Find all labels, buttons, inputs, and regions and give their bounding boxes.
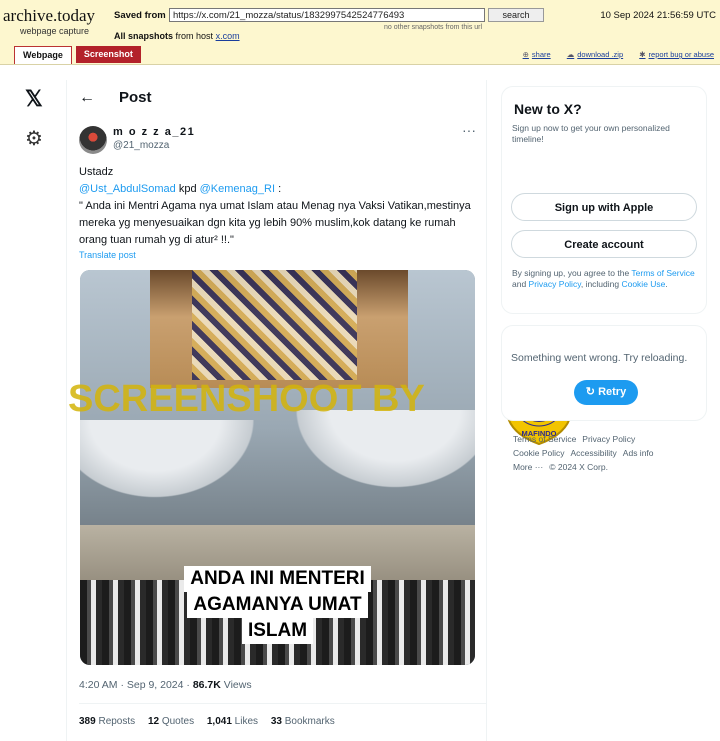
view-count: 86.7K xyxy=(192,679,221,691)
error-message: Something went wrong. Try reloading. xyxy=(511,352,688,364)
archive-header: archive.today webpage capture Saved from… xyxy=(0,0,720,65)
tab-webpage[interactable]: Webpage xyxy=(14,46,72,64)
divider xyxy=(66,80,67,741)
translate-link[interactable]: Translate post xyxy=(79,250,136,260)
archive-links: ⊕ share ☁ download .zip ✱ report bug or abu… xyxy=(509,50,714,59)
url-field[interactable]: https://x.com/21_mozza/status/1832997542… xyxy=(169,8,485,22)
footer-link[interactable]: Cookie Policy xyxy=(513,448,565,458)
tweet-line-1: Ustadz xyxy=(79,166,114,178)
bookmarks-stat[interactable]: 33 Bookmarks xyxy=(271,716,335,727)
mention-link[interactable]: @Kemenag_RI xyxy=(200,183,275,195)
all-snapshots: All snapshots from host x.com xyxy=(114,31,240,41)
footer-link[interactable]: Ads info xyxy=(623,448,654,458)
x-logo-icon[interactable]: 𝕏 xyxy=(25,86,43,112)
tab-screenshot[interactable]: Screenshot xyxy=(75,46,141,63)
post-stats: 389 Reposts 12 Quotes 1,041 Likes 33 Boo… xyxy=(79,716,345,727)
saved-from-label: Saved from xyxy=(114,10,166,21)
umbrella-shape xyxy=(80,420,270,510)
refresh-icon: ↻ xyxy=(585,386,596,398)
divider xyxy=(486,80,487,741)
page-title: Post xyxy=(119,89,152,106)
archive-tabs: Webpage Screenshot xyxy=(14,46,145,64)
retry-button[interactable]: ↻ Retry xyxy=(574,380,638,405)
footer-links: Terms of Service Privacy Policy Cookie Po… xyxy=(513,432,713,474)
create-account-button[interactable]: Create account xyxy=(511,230,697,258)
post-timestamp: 4:20 AM · Sep 9, 2024 · 86.7K Views xyxy=(79,679,252,691)
copyright: © 2024 X Corp. xyxy=(549,462,608,472)
quotes-stat[interactable]: 12 Quotes xyxy=(148,716,194,727)
tweet-quote: " Anda ini Mentri Agama nya umat Islam a… xyxy=(79,200,471,246)
mention-link[interactable]: @Ust_AbdulSomad xyxy=(79,183,176,195)
bug-icon: ✱ xyxy=(639,50,646,59)
footer-link[interactable]: More ··· xyxy=(513,462,543,472)
terms-link[interactable]: Terms of Service xyxy=(631,268,694,278)
no-snapshots-note: no other snapshots from this url xyxy=(384,24,483,31)
archive-subtitle: webpage capture xyxy=(20,26,90,36)
privacy-link[interactable]: Privacy Policy xyxy=(529,279,581,289)
capture-date: 10 Sep 2024 21:56:59 UTC xyxy=(600,10,716,21)
signup-title: New to X? xyxy=(514,101,582,117)
download-link[interactable]: ☁ download .zip xyxy=(567,50,623,59)
video-caption: ISLAM xyxy=(80,618,475,644)
divider xyxy=(79,703,486,704)
archive-logo[interactable]: archive.today xyxy=(3,6,95,26)
back-arrow-icon[interactable]: ← xyxy=(79,89,95,107)
display-name[interactable]: m o z z a_21 xyxy=(113,126,195,138)
footer-link[interactable]: Privacy Policy xyxy=(582,434,635,444)
video-caption: ANDA INI MENTERI xyxy=(80,566,475,592)
cloud-icon: ☁ xyxy=(566,50,575,59)
tweet-text: Ustadz @Ust_AbdulSomad kpd @Kemenag_RI :… xyxy=(79,164,479,249)
user-handle[interactable]: @21_mozza xyxy=(113,140,169,151)
share-icon: ⊕ xyxy=(522,50,529,59)
host-link[interactable]: x.com xyxy=(216,31,240,41)
report-link[interactable]: ✱ report bug or abuse xyxy=(639,50,714,59)
terms-text: By signing up, you agree to the Terms of… xyxy=(512,268,695,289)
from-host-label: from host xyxy=(175,31,214,41)
gear-icon[interactable]: ⚙ xyxy=(25,126,43,151)
footer-link[interactable]: Terms of Service xyxy=(513,434,576,444)
video-caption: AGAMANYA UMAT xyxy=(80,592,475,618)
tweet-line-2: @Ust_AbdulSomad kpd @Kemenag_RI : xyxy=(79,181,479,198)
likes-stat[interactable]: 1,041 Likes xyxy=(207,716,258,727)
search-button[interactable]: search xyxy=(488,8,544,22)
watermark-text: SCREENSHOOT BY xyxy=(68,378,425,420)
apple-signup-button[interactable]: Sign up with Apple xyxy=(511,193,697,221)
error-card xyxy=(501,325,707,421)
tweet-kpd: kpd xyxy=(175,183,200,195)
avatar[interactable] xyxy=(79,126,107,154)
cookie-link[interactable]: Cookie Use xyxy=(621,279,665,289)
all-snapshots-label: All snapshots xyxy=(114,31,174,41)
signup-desc: Sign up now to get your own personalized… xyxy=(512,123,670,144)
reposts-stat[interactable]: 389 Reposts xyxy=(79,716,135,727)
signup-card: New to X? Sign up now to get your own pe… xyxy=(501,86,707,314)
post-video[interactable]: ANDA INI MENTERI AGAMANYA UMAT ISLAM xyxy=(80,270,475,665)
footer-link[interactable]: Accessibility xyxy=(571,448,617,458)
share-link[interactable]: ⊕ share xyxy=(523,50,551,59)
umbrella-shape xyxy=(280,410,475,500)
tweet-colon: : xyxy=(275,183,282,195)
batik-pattern xyxy=(192,270,357,380)
more-options-icon[interactable]: ··· xyxy=(462,122,476,138)
